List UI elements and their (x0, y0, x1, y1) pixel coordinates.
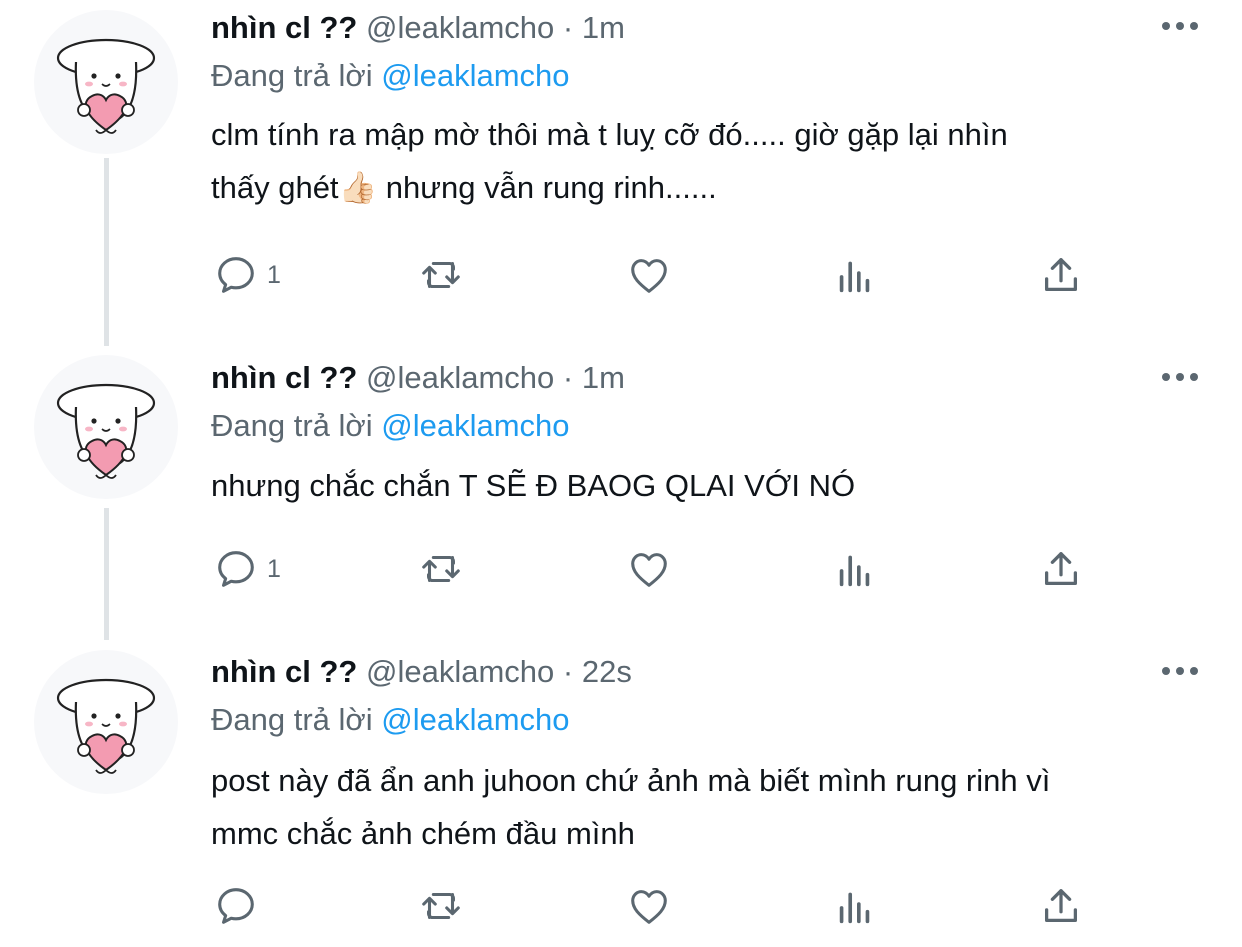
separator: · (562, 654, 574, 689)
retweet-icon (422, 261, 460, 289)
share-button[interactable] (1038, 881, 1084, 931)
username[interactable]: @leaklamcho (366, 10, 554, 45)
separator: · (562, 360, 574, 395)
avatar[interactable] (34, 10, 178, 154)
share-icon (1044, 258, 1078, 292)
avatar-dog-icon (56, 678, 156, 774)
reply-prefix: Đang trả lời (211, 58, 373, 93)
retweet-icon (422, 555, 460, 583)
action-bar (0, 881, 1242, 931)
tweet-text: post này đã ẩn anh juhoon chứ ảnh mà biế… (211, 754, 1211, 860)
tweet-header: nhìn cl ?? @leaklamcho · 22s (211, 652, 632, 692)
tweet-text-line: nhưng chắc chắn T SẼ Đ BAOG QLAI VỚI NÓ (211, 468, 856, 503)
action-bar: 1 (0, 250, 1242, 300)
views-chart-icon (839, 555, 870, 587)
tweet-header: nhìn cl ?? @leaklamcho · 1m (211, 8, 625, 48)
replying-to: Đang trả lời @leaklamcho (211, 56, 570, 96)
display-name[interactable]: nhìn cl ?? (211, 654, 357, 689)
retweet-button[interactable] (418, 544, 464, 594)
username[interactable]: @leaklamcho (366, 654, 554, 689)
timestamp[interactable]: 22s (582, 654, 632, 689)
reply-button[interactable]: 1 (213, 250, 281, 300)
reply-count: 1 (267, 554, 281, 583)
like-button[interactable] (626, 250, 672, 300)
timestamp[interactable]: 1m (582, 360, 625, 395)
heart-icon (631, 553, 667, 587)
more-icon[interactable] (1158, 367, 1202, 387)
tweet-text: clm tính ra mập mờ thôi mà t luỵ cỡ đó..… (211, 108, 1211, 214)
tweet-text-line: clm tính ra mập mờ thôi mà t luỵ cỡ đó..… (211, 117, 1008, 152)
avatar-dog-icon (56, 38, 156, 134)
reply-button[interactable]: 1 (213, 544, 281, 594)
avatar[interactable] (34, 355, 178, 499)
retweet-button[interactable] (418, 250, 464, 300)
more-icon[interactable] (1158, 16, 1202, 36)
replying-to: Đang trả lời @leaklamcho (211, 406, 570, 446)
reply-mention-link[interactable]: @leaklamcho (381, 58, 569, 93)
reply-prefix: Đang trả lời (211, 702, 373, 737)
reply-icon (218, 551, 254, 587)
like-button[interactable] (626, 881, 672, 931)
share-button[interactable] (1038, 250, 1084, 300)
reply-mention-link[interactable]: @leaklamcho (381, 702, 569, 737)
username[interactable]: @leaklamcho (366, 360, 554, 395)
like-button[interactable] (626, 544, 672, 594)
avatar-dog-icon (56, 383, 156, 479)
tweet-header: nhìn cl ?? @leaklamcho · 1m (211, 358, 625, 398)
reply-icon (218, 888, 254, 924)
separator: · (562, 10, 574, 45)
reply-count: 1 (267, 260, 281, 289)
timestamp[interactable]: 1m (582, 10, 625, 45)
reply-prefix: Đang trả lời (211, 408, 373, 443)
reply-mention-link[interactable]: @leaklamcho (381, 408, 569, 443)
views-chart-icon (839, 892, 870, 924)
replying-to: Đang trả lời @leaklamcho (211, 700, 570, 740)
views-button[interactable] (832, 544, 878, 594)
retweet-icon (422, 892, 460, 920)
tweet-text-line: mmc chắc ảnh chém đầu mình (211, 816, 635, 851)
share-icon (1044, 552, 1078, 586)
views-button[interactable] (832, 250, 878, 300)
avatar[interactable] (34, 650, 178, 794)
heart-icon (631, 890, 667, 924)
reply-button[interactable] (213, 881, 267, 931)
views-chart-icon (839, 261, 870, 293)
views-button[interactable] (832, 881, 878, 931)
display-name[interactable]: nhìn cl ?? (211, 10, 357, 45)
heart-icon (631, 259, 667, 293)
more-icon[interactable] (1158, 661, 1202, 681)
action-bar: 1 (0, 544, 1242, 594)
tweet-text-line: thấy ghét👍🏻 nhưng vẫn rung rinh...... (211, 170, 717, 205)
tweet-text-line: post này đã ẩn anh juhoon chứ ảnh mà biế… (211, 763, 1051, 798)
tweet-text: nhưng chắc chắn T SẼ Đ BAOG QLAI VỚI NÓ (211, 459, 1211, 512)
share-button[interactable] (1038, 544, 1084, 594)
retweet-button[interactable] (418, 881, 464, 931)
reply-icon (218, 257, 254, 293)
share-icon (1044, 889, 1078, 923)
display-name[interactable]: nhìn cl ?? (211, 360, 357, 395)
